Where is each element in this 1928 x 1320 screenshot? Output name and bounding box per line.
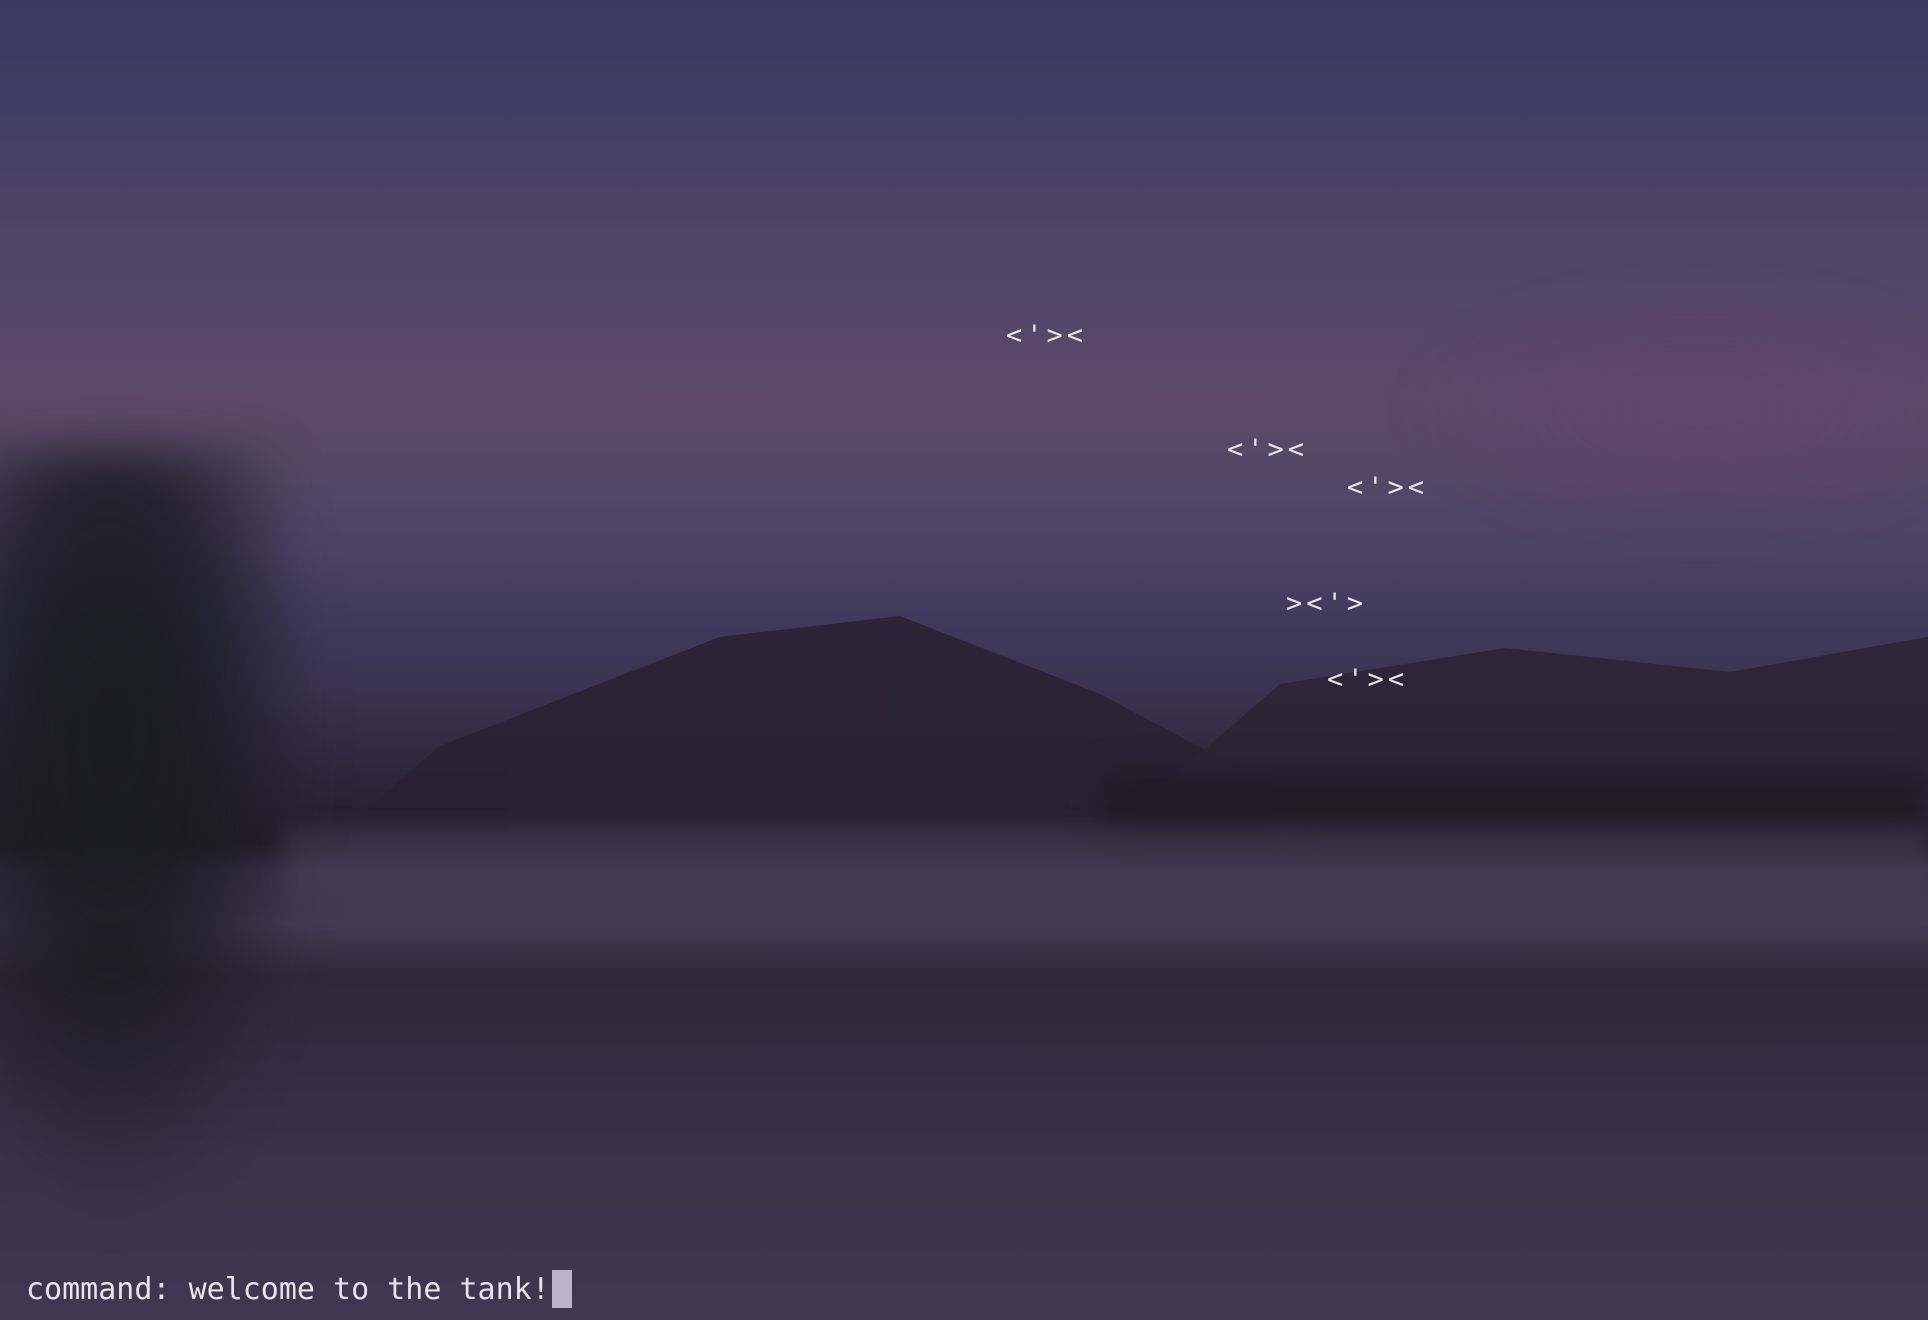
command-line[interactable]: command: welcome to the tank! bbox=[26, 1270, 572, 1308]
water-reflection bbox=[280, 830, 1928, 920]
command-message: welcome to the tank! bbox=[188, 1271, 550, 1307]
terminal-screen: <'>< <'>< <'>< ><'> <'>< command: welcom… bbox=[0, 0, 1928, 1320]
tree-silhouette bbox=[0, 450, 320, 1230]
text-cursor bbox=[551, 1270, 572, 1308]
command-spacer bbox=[171, 1272, 189, 1307]
fish: <'>< bbox=[1347, 472, 1429, 503]
fish: <'>< bbox=[1327, 664, 1409, 695]
command-prompt: command: bbox=[26, 1271, 171, 1307]
fish: ><'> bbox=[1286, 588, 1368, 619]
fish: <'>< bbox=[1227, 434, 1309, 465]
fish: <'>< bbox=[1006, 320, 1088, 351]
